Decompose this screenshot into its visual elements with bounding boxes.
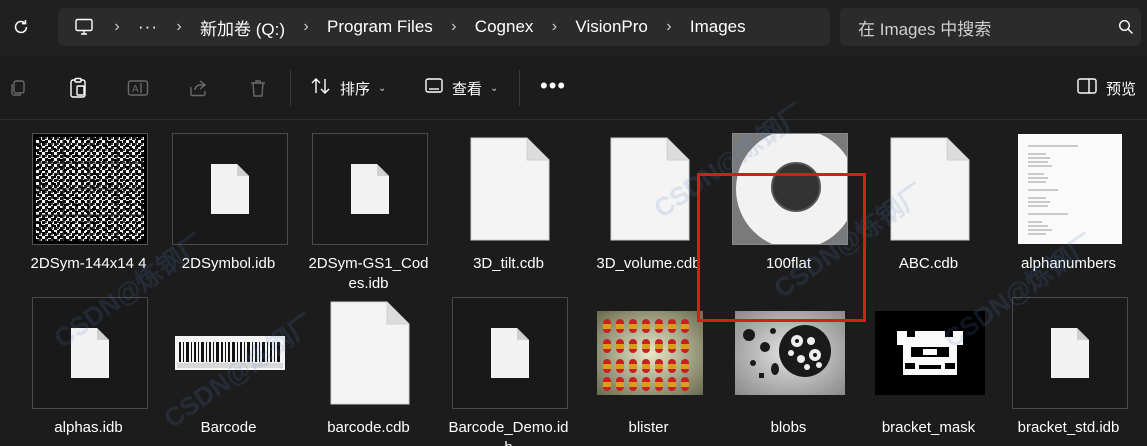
chevron-right-icon[interactable]: ›	[547, 18, 561, 36]
more-options-button[interactable]: •••	[540, 75, 566, 97]
chevron-right-icon[interactable]: ›	[662, 18, 676, 36]
barcode-thumbnail	[172, 297, 288, 409]
file-name: 2DSym-144x14 4	[30, 255, 147, 272]
view-icon	[424, 77, 444, 99]
document-icon	[211, 164, 249, 214]
this-pc-icon[interactable]	[72, 15, 96, 39]
file-name: 100flat	[765, 255, 812, 272]
file-thumbnail	[452, 133, 568, 245]
document-icon	[610, 137, 690, 241]
breadcrumb-program-files[interactable]: Program Files	[327, 17, 433, 37]
preview-pane-button[interactable]: 预览	[1076, 74, 1136, 102]
file-name: 2DSymbol.idb	[181, 255, 276, 272]
command-bar: A 排序 ⌄ 查看 ⌄ ••• 预览	[0, 56, 1147, 120]
view-button[interactable]: 查看 ⌄	[424, 74, 498, 102]
search-icon[interactable]	[1111, 19, 1141, 35]
file-grid: 2DSym-144x14 4 2DSymbol.idb 2DSym-GS1_Co…	[0, 98, 1147, 446]
file-name: ABC.cdb	[898, 255, 959, 272]
sort-icon	[310, 76, 332, 100]
file-thumbnail	[592, 133, 708, 245]
search-input[interactable]: 在 Images 中搜索	[840, 8, 1141, 46]
refresh-icon[interactable]	[8, 14, 34, 40]
breadcrumb-images[interactable]: Images	[690, 17, 746, 37]
file-name: barcode.cdb	[327, 419, 410, 436]
file-thumbnail	[312, 297, 428, 409]
chevron-down-icon: ⌄	[378, 82, 387, 94]
document-icon	[491, 328, 529, 378]
breadcrumb-drive[interactable]: 新加卷 (Q:)	[200, 15, 285, 40]
paste-icon[interactable]	[66, 76, 90, 100]
address-bar-row: › ··· › 新加卷 (Q:) › Program Files › Cogne…	[0, 0, 1147, 56]
share-icon[interactable]	[186, 76, 210, 100]
sort-button[interactable]: 排序 ⌄	[310, 74, 386, 102]
file-thumbnail	[172, 133, 288, 245]
document-icon	[330, 301, 410, 405]
document-icon	[470, 137, 550, 241]
file-name: blobs	[770, 419, 807, 436]
blister-thumbnail	[592, 297, 708, 409]
file-name: Barcode	[200, 419, 257, 436]
document-icon	[1051, 328, 1089, 378]
view-label: 查看	[452, 80, 483, 98]
flat-disc-thumbnail	[732, 133, 848, 245]
file-name: alphanumbers	[1020, 255, 1117, 272]
file-thumbnail	[32, 297, 148, 409]
chevron-right-icon[interactable]: ›	[110, 18, 124, 36]
file-thumbnail	[312, 133, 428, 245]
chevron-right-icon[interactable]: ›	[447, 18, 461, 36]
file-name: bracket_mask	[881, 419, 976, 436]
file-name: 3D_volume.cdb	[596, 255, 701, 272]
preview-pane-icon	[1076, 77, 1098, 99]
text-page-thumbnail	[1012, 133, 1128, 245]
blobs-thumbnail	[732, 297, 848, 409]
file-thumbnail	[452, 297, 568, 409]
address-box[interactable]: › ··· › 新加卷 (Q:) › Program Files › Cogne…	[58, 8, 830, 46]
file-name: alphas.idb	[54, 419, 123, 436]
file-thumbnail	[872, 133, 988, 245]
rename-icon[interactable]: A	[126, 76, 150, 100]
breadcrumb-visionpro[interactable]: VisionPro	[575, 17, 647, 37]
document-icon	[890, 137, 970, 241]
svg-text:A: A	[132, 84, 139, 95]
bracket-thumbnail	[872, 297, 988, 409]
file-name: 3D_tilt.cdb	[473, 255, 544, 272]
preview-label: 预览	[1106, 80, 1137, 98]
breadcrumb-cognex[interactable]: Cognex	[475, 17, 534, 37]
file-name: blister	[628, 419, 669, 436]
chevron-right-icon[interactable]: ›	[172, 18, 186, 36]
breadcrumb-overflow[interactable]: ···	[138, 17, 158, 37]
delete-icon[interactable]	[246, 76, 270, 100]
sort-label: 排序	[340, 80, 371, 98]
copy-icon[interactable]	[6, 76, 30, 100]
toolbar-divider	[519, 70, 520, 106]
chevron-down-icon: ⌄	[490, 82, 499, 94]
document-icon	[351, 164, 389, 214]
chevron-right-icon[interactable]: ›	[299, 18, 313, 36]
search-placeholder: 在 Images 中搜索	[858, 19, 992, 39]
toolbar-divider	[290, 70, 291, 106]
file-name: Barcode_Demo.idb	[448, 419, 569, 446]
document-icon	[71, 328, 109, 378]
file-name: 2DSym-GS1_Codes.idb	[308, 255, 429, 292]
file-thumbnail	[1012, 297, 1128, 409]
datamatrix-thumbnail	[32, 133, 148, 245]
file-name: bracket_std.idb	[1017, 419, 1120, 436]
